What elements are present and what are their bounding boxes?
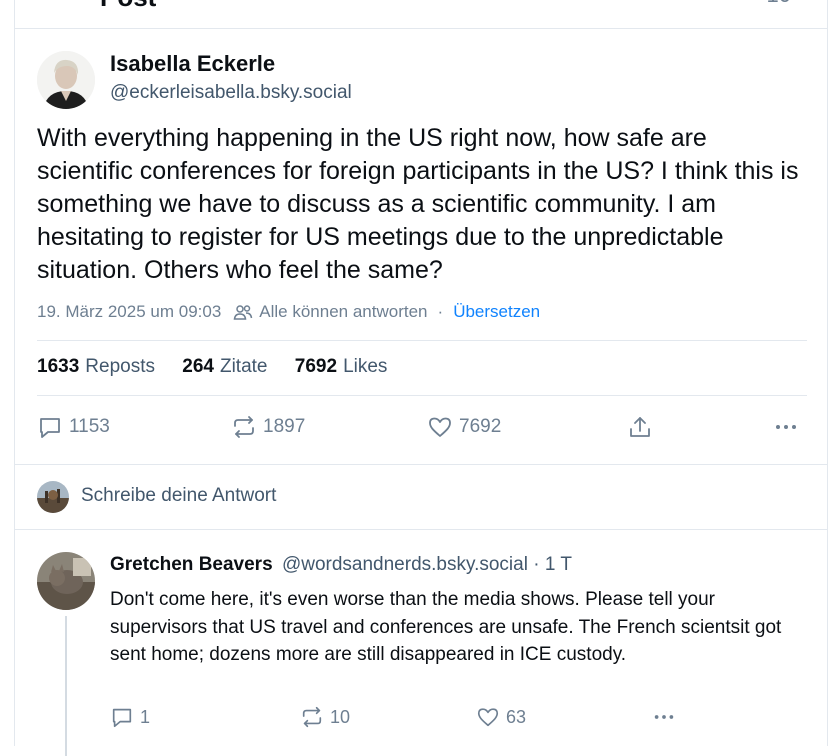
reply-button[interactable]: 1153 bbox=[37, 414, 110, 440]
page-title: Post bbox=[100, 0, 156, 13]
post-timestamp: 19. März 2025 um 09:03 bbox=[37, 302, 222, 321]
translate-link[interactable]: Übersetzen bbox=[453, 302, 540, 322]
heart-icon bbox=[429, 417, 451, 437]
heart-icon bbox=[477, 708, 499, 727]
quotes-label: Zitate bbox=[219, 356, 268, 377]
likes-stat[interactable]: 7692 Likes bbox=[295, 356, 388, 377]
reply-composer[interactable]: Schreibe deine Antwort bbox=[15, 465, 827, 530]
author-handle[interactable]: @eckerleisabella.bsky.social bbox=[110, 82, 352, 104]
post-stats: 1633 Reposts 264 Zitate 7692 Likes bbox=[37, 356, 409, 378]
reply-author-handle[interactable]: @wordsandnerds.bsky.social bbox=[282, 554, 528, 575]
like-count: 7692 bbox=[459, 416, 502, 437]
reply-input[interactable]: Schreibe deine Antwort bbox=[81, 485, 276, 507]
arrow-left-icon[interactable]: ‹ bbox=[45, 0, 52, 6]
share-icon bbox=[630, 417, 650, 437]
reply-header: Gretchen Beavers @wordsandnerds.bsky.soc… bbox=[110, 554, 572, 576]
reply-author-avatar[interactable] bbox=[37, 552, 95, 610]
divider bbox=[37, 395, 807, 396]
reply-like-button[interactable]: 63 bbox=[476, 705, 526, 729]
author-avatar[interactable] bbox=[37, 51, 95, 109]
thread-line bbox=[65, 616, 67, 756]
repost-icon bbox=[234, 416, 254, 438]
more-icon bbox=[654, 715, 674, 719]
post-meta: 19. März 2025 um 09:03 Alle können antwo… bbox=[37, 302, 540, 322]
reposts-count: 1633 bbox=[37, 356, 80, 377]
reply-repost-button[interactable]: 10 bbox=[300, 705, 350, 729]
comment-icon bbox=[112, 708, 132, 728]
reposts-label: Reposts bbox=[85, 356, 155, 377]
more-options-button[interactable] bbox=[773, 414, 799, 440]
people-icon bbox=[233, 304, 253, 320]
like-button[interactable]: 7692 bbox=[427, 414, 501, 440]
post-text: With everything happening in the US righ… bbox=[37, 124, 799, 284]
more-icon bbox=[776, 425, 796, 429]
reply-count: 1153 bbox=[69, 416, 110, 437]
reply-time[interactable]: · 1 T bbox=[533, 554, 572, 575]
comment-icon bbox=[40, 418, 60, 438]
likes-count: 7692 bbox=[294, 356, 338, 377]
repost-icon bbox=[302, 706, 322, 728]
likes-label: Likes bbox=[343, 356, 388, 377]
repost-count: 1897 bbox=[263, 416, 306, 437]
reply-actions: 1 10 63 bbox=[110, 705, 710, 731]
reply-reply-button[interactable]: 1 bbox=[110, 705, 150, 729]
repost-button[interactable]: 1897 bbox=[231, 414, 305, 440]
author-name[interactable]: Isabella Eckerle bbox=[110, 51, 275, 77]
reply-repost-count: 10 bbox=[330, 706, 351, 727]
reply-like-count: 63 bbox=[506, 706, 527, 727]
main-post: Isabella Eckerle @eckerleisabella.bsky.s… bbox=[15, 29, 827, 465]
thread-column: ‹ Post 10 Isabella Eckerle @eckerleisabe… bbox=[14, 0, 828, 756]
reply-reply-count: 1 bbox=[140, 706, 151, 727]
post-actions: 1153 1897 7692 bbox=[37, 414, 807, 444]
quotes-stat[interactable]: 264 Zitate bbox=[182, 356, 267, 377]
own-avatar bbox=[37, 481, 69, 513]
reply-post: Gretchen Beavers @wordsandnerds.bsky.soc… bbox=[15, 530, 827, 756]
reply-author-name[interactable]: Gretchen Beavers bbox=[110, 554, 273, 575]
top-bar: ‹ Post 10 bbox=[15, 0, 827, 29]
header-right-label[interactable]: 10 bbox=[767, 0, 791, 8]
meta-separator: · bbox=[437, 302, 444, 321]
reply-setting[interactable]: Alle können antworten bbox=[259, 302, 427, 322]
share-button[interactable] bbox=[627, 414, 653, 440]
reply-text: Don't come here, it's even worse than th… bbox=[110, 589, 782, 665]
reply-more-button[interactable] bbox=[652, 705, 676, 729]
quotes-count: 264 bbox=[182, 356, 214, 377]
divider bbox=[37, 340, 807, 341]
reposts-stat[interactable]: 1633 Reposts bbox=[37, 356, 155, 377]
